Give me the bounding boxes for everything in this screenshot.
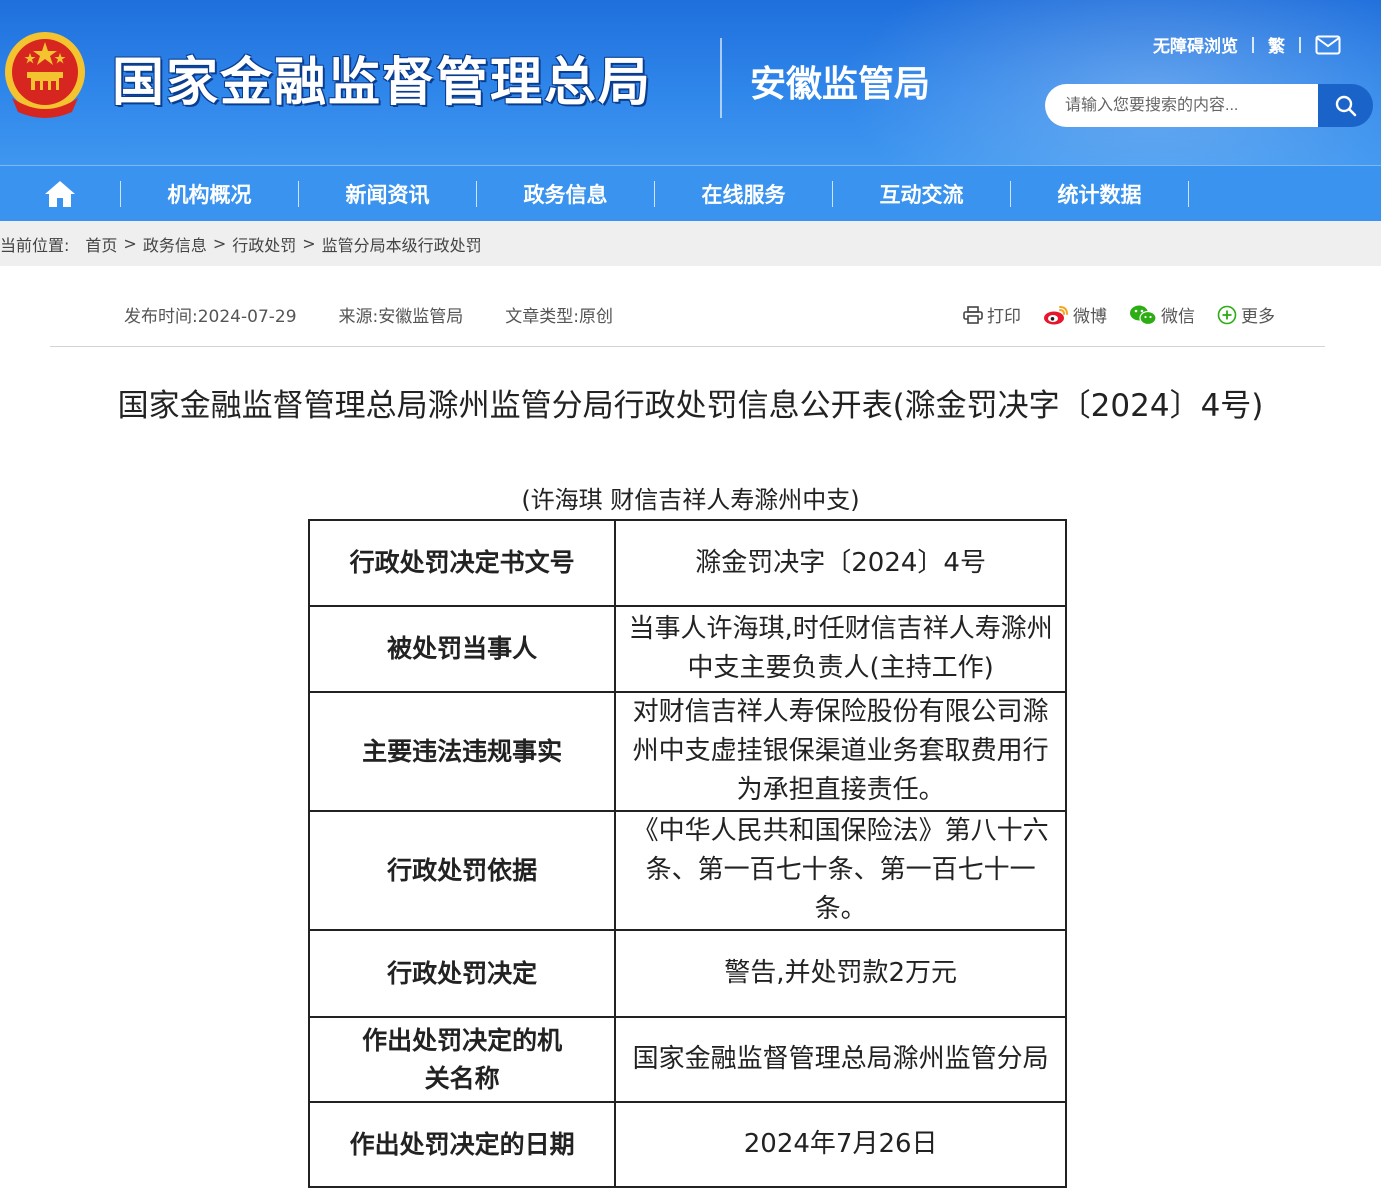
article-subtitle: (许海琪 财信吉祥人寿滁州中支) <box>521 486 860 514</box>
breadcrumb: 当前位置: 首页 > 政务信息 > 行政处罚 > 监管分局本级行政处罚 <box>0 221 1381 266</box>
print-button[interactable]: 打印 <box>963 302 1021 327</box>
row-value: 国家金融监督管理总局滁州监管分局 <box>614 1016 1067 1103</box>
row-label: 行政处罚决定书文号 <box>307 519 617 607</box>
publish-time: 发布时间:2024-07-29 <box>124 307 297 327</box>
row-value: 《中华人民共和国保险法》第八十六条、第一百七十条、第一百七十一条。 <box>614 810 1067 931</box>
row-label: 行政处罚依据 <box>307 810 617 931</box>
row-value: 当事人许海琪,时任财信吉祥人寿滁州中支主要负责人(主持工作) <box>614 605 1067 693</box>
traditional-chinese-link[interactable]: 繁 <box>1268 32 1285 57</box>
row-label: 主要违法违规事实 <box>307 691 617 812</box>
search-box <box>1045 84 1373 127</box>
more-share-button[interactable]: 更多 <box>1217 302 1275 327</box>
share-bar: 打印 微博 微信 更多 <box>963 302 1275 327</box>
weibo-label: 微博 <box>1073 307 1107 327</box>
breadcrumb-link-home[interactable]: 首页 <box>85 232 117 256</box>
breadcrumb-separator: > <box>212 234 227 253</box>
weibo-icon <box>1044 305 1068 324</box>
row-label: 作出处罚决定的机关名称 <box>307 1016 617 1103</box>
row-value: 警告,并处罚款2万元 <box>614 929 1067 1018</box>
nav-item-news[interactable]: 新闻资讯 <box>299 166 476 222</box>
site-title[interactable]: 国家金融监督管理总局 <box>112 40 652 115</box>
penalty-info-table: 行政处罚决定书文号 滁金罚决字〔2024〕4号 被处罚当事人 当事人许海琪,时任… <box>307 519 1067 1188</box>
link-divider <box>1252 36 1254 53</box>
plus-circle-icon <box>1217 305 1237 324</box>
wechat-label: 微信 <box>1161 307 1195 327</box>
table-row: 行政处罚决定书文号 滁金罚决字〔2024〕4号 <box>307 519 1067 607</box>
article-meta: 发布时间:2024-07-29 来源:安徽监管局 文章类型:原创 <box>124 302 613 327</box>
row-value: 对财信吉祥人寿保险股份有限公司滁州中支虚挂银保渠道业务套取费用行为承担直接责任。 <box>614 691 1067 812</box>
table-row: 被处罚当事人 当事人许海琪,时任财信吉祥人寿滁州中支主要负责人(主持工作) <box>307 605 1067 693</box>
printer-icon <box>963 305 983 324</box>
site-header: 国家金融监督管理总局 安徽监管局 无障碍浏览 繁 <box>0 0 1381 165</box>
nav-divider <box>1188 180 1189 207</box>
breadcrumb-link-administrative-penalty[interactable]: 行政处罚 <box>232 232 296 256</box>
nav-home-button[interactable] <box>0 166 120 222</box>
table-row: 行政处罚决定 警告,并处罚款2万元 <box>307 929 1067 1018</box>
table-row: 作出处罚决定的机关名称 国家金融监督管理总局滁州监管分局 <box>307 1016 1067 1103</box>
print-label: 打印 <box>987 307 1021 327</box>
article-title: 国家金融监督管理总局滁州监管分局行政处罚信息公开表(滁金罚决字〔2024〕4号) <box>117 388 1264 424</box>
breadcrumb-separator: > <box>302 234 316 253</box>
table-row: 作出处罚决定的日期 2024年7月26日 <box>307 1101 1067 1188</box>
more-label: 更多 <box>1241 307 1275 327</box>
row-label: 被处罚当事人 <box>307 605 617 693</box>
accessibility-link[interactable]: 无障碍浏览 <box>1153 32 1238 57</box>
table-row: 行政处罚依据 《中华人民共和国保险法》第八十六条、第一百七十条、第一百七十一条。 <box>307 810 1067 931</box>
main-nav: 机构概况 新闻资讯 政务信息 在线服务 互动交流 统计数据 <box>0 165 1381 221</box>
title-divider <box>720 38 722 118</box>
wechat-icon <box>1130 305 1157 325</box>
mail-icon[interactable] <box>1315 35 1341 55</box>
search-icon <box>1335 95 1356 116</box>
breadcrumb-link-government-info[interactable]: 政务信息 <box>143 232 207 256</box>
home-icon <box>45 180 75 207</box>
breadcrumb-separator: > <box>123 234 137 253</box>
nav-item-interaction[interactable]: 互动交流 <box>833 166 1010 222</box>
nav-item-statistics[interactable]: 统计数据 <box>1011 166 1188 222</box>
row-label: 行政处罚决定 <box>307 929 617 1018</box>
row-value: 滁金罚决字〔2024〕4号 <box>614 519 1067 607</box>
row-value: 2024年7月26日 <box>614 1101 1067 1188</box>
nav-item-online-services[interactable]: 在线服务 <box>655 166 832 222</box>
top-links: 无障碍浏览 繁 <box>1153 32 1341 57</box>
search-button[interactable] <box>1318 84 1373 127</box>
link-divider <box>1299 36 1301 53</box>
article-type: 文章类型:原创 <box>505 307 613 327</box>
row-label: 作出处罚决定的日期 <box>307 1101 617 1188</box>
weibo-share-button[interactable]: 微博 <box>1043 302 1107 327</box>
table-row: 主要违法违规事实 对财信吉祥人寿保险股份有限公司滁州中支虚挂银保渠道业务套取费用… <box>307 691 1067 812</box>
article-source: 来源:安徽监管局 <box>338 307 464 327</box>
nav-item-about[interactable]: 机构概况 <box>121 166 298 222</box>
national-emblem-icon[interactable] <box>2 28 88 120</box>
meta-divider <box>50 346 1325 347</box>
breadcrumb-label: 当前位置: <box>0 235 70 255</box>
nav-item-government-info[interactable]: 政务信息 <box>477 166 654 222</box>
search-input[interactable] <box>1045 84 1330 127</box>
branch-title[interactable]: 安徽监管局 <box>750 55 930 107</box>
breadcrumb-link-branch-penalty[interactable]: 监管分局本级行政处罚 <box>322 232 482 256</box>
wechat-share-button[interactable]: 微信 <box>1129 302 1195 327</box>
